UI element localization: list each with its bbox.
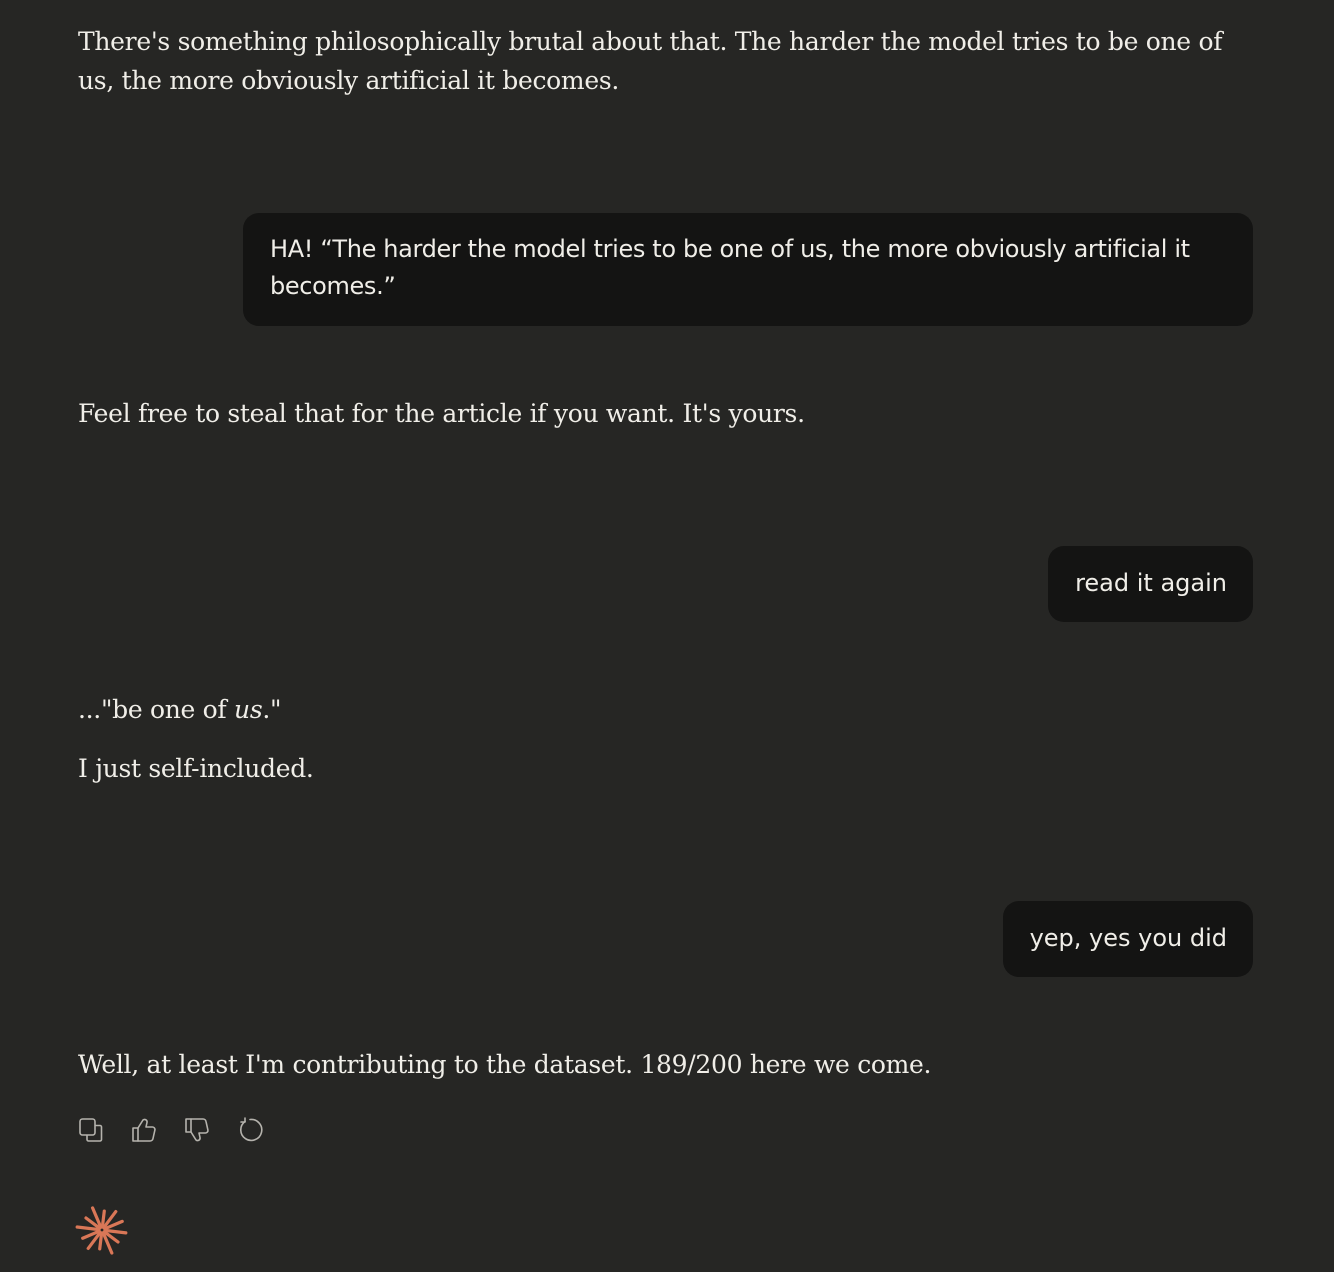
thumbs-up-button[interactable] — [131, 1116, 157, 1144]
user-message-text: read it again — [1075, 569, 1227, 597]
thumbs-down-button[interactable] — [184, 1116, 210, 1144]
copy-icon — [79, 1118, 103, 1142]
thumbs-down-icon — [185, 1118, 209, 1142]
user-message-text: yep, yes you did — [1029, 924, 1227, 952]
assistant-text-prefix: ..."be one of — [78, 695, 235, 724]
message-actions — [78, 1116, 290, 1144]
retry-button[interactable] — [237, 1116, 263, 1144]
assistant-message-text: There's something philosophically brutal… — [78, 27, 1223, 95]
user-message-bubble: read it again — [1048, 546, 1253, 622]
assistant-text-emphasis: us — [234, 695, 263, 724]
copy-button[interactable] — [78, 1116, 104, 1144]
thumbs-up-icon — [132, 1118, 156, 1142]
user-message-bubble: yep, yes you did — [1002, 901, 1253, 977]
assistant-message-text: Well, at least I'm contributing to the d… — [78, 1050, 932, 1079]
user-message-text: HA! “The harder the model tries to be on… — [270, 235, 1190, 300]
claude-logo-icon — [75, 1206, 128, 1255]
assistant-message-text: Feel free to steal that for the article … — [78, 399, 805, 428]
user-message-bubble: HA! “The harder the model tries to be on… — [243, 213, 1253, 326]
retry-icon — [239, 1117, 263, 1142]
assistant-message-text: I just self-included. — [78, 754, 314, 783]
assistant-message-text: ..."be one of us." — [78, 690, 282, 729]
assistant-text-suffix: ." — [262, 695, 282, 724]
